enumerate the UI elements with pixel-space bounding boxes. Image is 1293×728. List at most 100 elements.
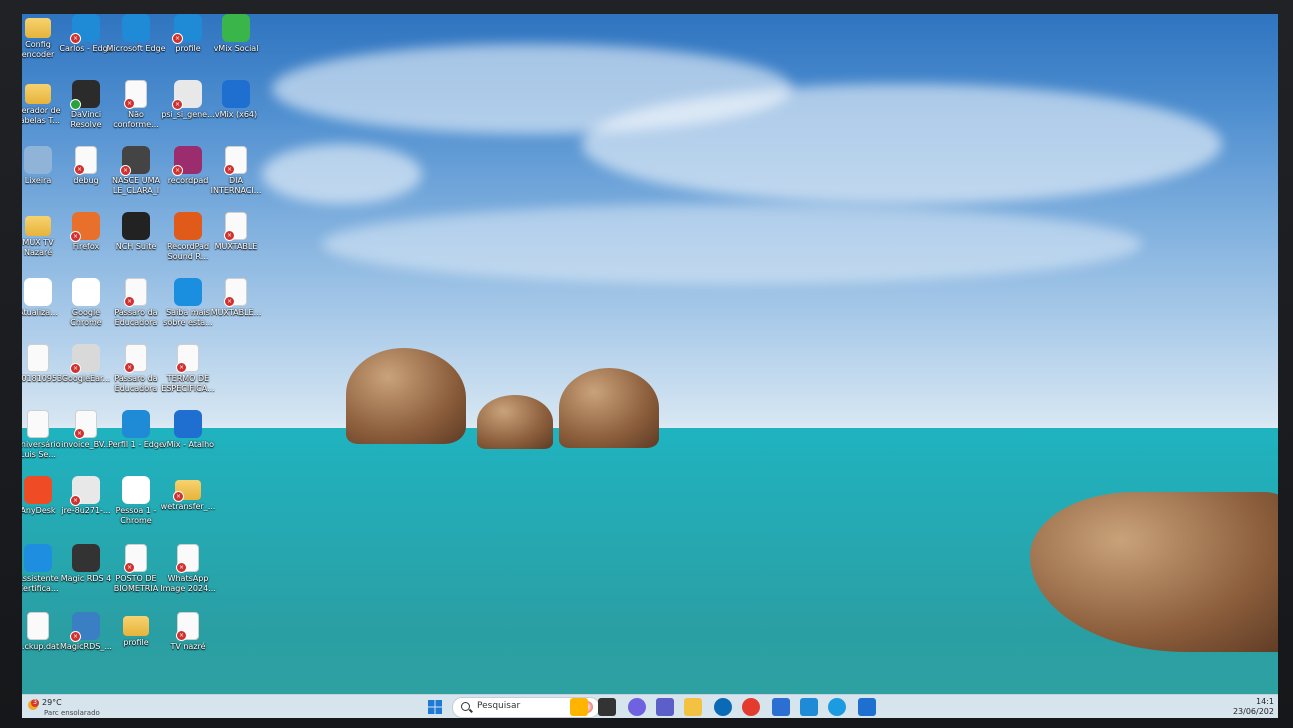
system-clock[interactable]: 14:1 23/06/202 xyxy=(1233,697,1274,717)
edge-icon xyxy=(122,14,150,42)
file-explorer-icon[interactable] xyxy=(684,698,702,716)
anydesk-icon xyxy=(24,476,52,504)
wallpaper-cloud xyxy=(322,204,1142,284)
wallpaper-cloud xyxy=(582,84,1222,204)
search-highlight-icon[interactable] xyxy=(570,698,588,716)
desktop-icon[interactable]: × WhatsApp Image 2024... xyxy=(158,544,218,610)
broken-shortcut-icon: × xyxy=(70,495,81,506)
desktop-icon-label: vMix (x64) xyxy=(214,110,258,119)
desktop-icon[interactable]: × wetransfer_... xyxy=(158,476,218,542)
edge-icon: × xyxy=(70,14,100,44)
desktop-icon[interactable]: × POSTO DE BIOMETRIA xyxy=(106,544,166,610)
desktop-icon[interactable]: profile xyxy=(106,612,166,678)
task-view-icon[interactable] xyxy=(598,698,616,716)
broken-shortcut-icon: × xyxy=(124,296,135,307)
nch-icon xyxy=(122,212,150,240)
edge-icon xyxy=(122,410,150,438)
desktop-icon[interactable]: × NASCE UMA LE_CLARA_I xyxy=(106,146,166,212)
dell-icon[interactable] xyxy=(714,698,732,716)
store-icon[interactable] xyxy=(772,698,790,716)
broken-shortcut-icon: × xyxy=(173,491,184,502)
sync-ok-icon xyxy=(70,99,81,110)
desktop-icon[interactable]: × DIA INTERNACI... xyxy=(206,146,266,212)
desktop-icon-label: Pessoa 1 - Chrome xyxy=(115,506,157,525)
broken-shortcut-icon: × xyxy=(224,296,235,307)
vmix-icon[interactable] xyxy=(858,698,876,716)
broken-shortcut-icon: × xyxy=(224,230,235,241)
weather-temperature: 29°C xyxy=(42,698,62,707)
chrome-icon xyxy=(24,278,52,306)
edge-icon[interactable] xyxy=(800,698,818,716)
broken-shortcut-icon: × xyxy=(70,33,81,44)
google-earth-icon: × xyxy=(70,344,100,374)
desktop-icon[interactable]: Perfil 1 - Edge xyxy=(106,410,166,476)
media-file-icon xyxy=(27,410,49,438)
desktop-icon[interactable]: × Pássaro da Educadora xyxy=(106,344,166,410)
teams-icon[interactable] xyxy=(656,698,674,716)
magic-rds-setup-icon: × xyxy=(70,612,100,642)
media-file-icon: × xyxy=(224,146,247,175)
document-icon: × xyxy=(224,212,247,241)
desktop-icon[interactable]: × Não conforme... xyxy=(106,80,166,146)
media-file-icon: × xyxy=(176,612,199,641)
desktop-icon-label: DIA INTERNACI... xyxy=(210,176,262,195)
broken-shortcut-icon: × xyxy=(120,165,131,176)
desktop-icon[interactable]: × TV nazré xyxy=(158,612,218,678)
lock-icon xyxy=(24,544,52,572)
desktop-icon[interactable]: vMix Social xyxy=(206,14,266,80)
wallpaper-rock xyxy=(346,348,466,444)
recycle-bin-icon xyxy=(24,146,52,174)
broken-shortcut-icon: × xyxy=(74,164,85,175)
desktop-icon[interactable]: × Pássaro da Educadora xyxy=(106,278,166,344)
java-icon: × xyxy=(70,476,100,506)
desktop-icon-label: Perfil 1 - Edge xyxy=(108,440,164,449)
windows-logo-icon xyxy=(428,700,442,714)
desktop-icon-label: Pássaro da Educadora xyxy=(114,308,158,327)
network-app-icon[interactable] xyxy=(828,698,846,716)
image-file-icon: × xyxy=(124,278,147,307)
word-file-icon: × xyxy=(176,344,199,373)
copilot-icon[interactable] xyxy=(628,698,646,716)
folder-icon xyxy=(25,216,51,236)
wallpaper-cloud xyxy=(262,144,422,204)
search-placeholder: Pesquisar xyxy=(477,701,521,711)
info-icon xyxy=(174,278,202,306)
vmix-icon xyxy=(222,80,250,108)
desktop-icon[interactable]: vMix - Atalho xyxy=(158,410,218,476)
desktop-icon-label: vMix Social xyxy=(213,44,259,53)
weather-condition: Parc ensolarado xyxy=(44,709,100,717)
broken-shortcut-icon: × xyxy=(124,98,135,109)
search-icon xyxy=(461,702,470,711)
desktop-icon-label: profile xyxy=(123,638,149,647)
desktop-icon-grid: Config encoder × Carlos - Edge Microsoft Ed… xyxy=(22,14,282,674)
document-icon: × xyxy=(124,80,147,109)
weather-widget[interactable]: 3 29°C Parc ensolarado xyxy=(26,697,146,718)
desktop-icon[interactable]: × MUXTABLE... xyxy=(206,278,266,344)
chrome-icon[interactable] xyxy=(742,698,760,716)
broken-shortcut-icon: × xyxy=(172,165,183,176)
desktop-icon[interactable]: vMix (x64) xyxy=(206,80,266,146)
notification-badge: 3 xyxy=(31,699,39,707)
desktop-icon[interactable]: Pessoa 1 - Chrome xyxy=(106,476,166,542)
desktop-icon[interactable]: Microsoft Edge xyxy=(106,14,166,80)
clock-time: 14:1 xyxy=(1256,697,1274,706)
video-file-icon: × xyxy=(120,146,150,176)
davinci-resolve-icon xyxy=(70,80,100,110)
wallpaper-rock xyxy=(559,368,659,448)
desktop-icon[interactable]: NCH Suite xyxy=(106,212,166,278)
desktop-icon-label: POSTO DE BIOMETRIA xyxy=(113,574,159,593)
document-icon xyxy=(27,612,49,640)
desktop-icon[interactable]: × TERMO DE ESPECIFICA... xyxy=(158,344,218,410)
broken-shortcut-icon: × xyxy=(70,231,81,242)
folder-icon xyxy=(25,18,51,38)
recordpad-icon xyxy=(174,212,202,240)
broken-shortcut-icon: × xyxy=(74,428,85,439)
pdf-icon: × xyxy=(74,410,97,439)
image-file-icon: × xyxy=(176,544,199,573)
taskbar: 3 29°C Parc ensolarado Pesquisar 14:1 23… xyxy=(22,694,1278,718)
chrome-icon xyxy=(72,278,100,306)
broken-shortcut-icon: × xyxy=(124,562,135,573)
start-button[interactable] xyxy=(426,698,444,716)
desktop-icon[interactable]: × MUXTABLE xyxy=(206,212,266,278)
broken-shortcut-icon: × xyxy=(172,99,183,110)
